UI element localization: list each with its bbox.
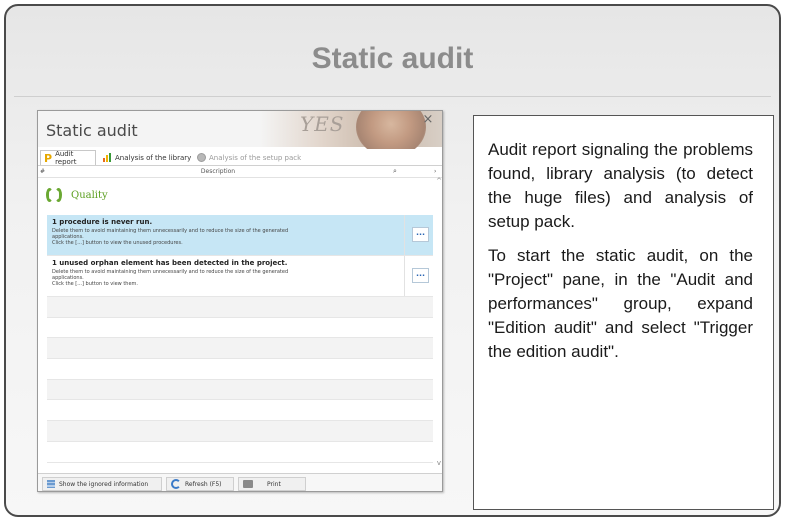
table-row [47,421,433,442]
button-label: Show the ignored information [59,480,149,488]
table-row [47,379,433,401]
scroll-up-icon[interactable]: ^ [434,177,442,185]
view-details-button[interactable]: ... [412,227,429,242]
slide-title: Static audit [311,42,474,75]
cell-divider [404,215,405,255]
printer-icon [243,480,253,488]
show-ignored-button[interactable]: Show the ignored information [42,477,162,491]
tab-analysis-library[interactable]: Analysis of the library [100,150,194,165]
description-column[interactable]: Description [38,168,398,175]
table-row [47,297,433,318]
description-box: Audit report signaling the problems foun… [473,115,774,510]
item-detail: Click the [...] button to view them. [52,281,139,287]
banner-yes-text: YES [300,112,345,136]
description-paragraph: Audit report signaling the problems foun… [488,140,753,231]
table-row [47,442,433,463]
static-audit-window: YES Static audit × P Audit report Analys… [37,110,443,492]
tab-bar: P Audit report Analysis of the library A… [38,149,442,166]
close-icon[interactable]: × [421,112,435,127]
scroll-down-icon[interactable]: v [434,459,442,467]
table-row [47,359,433,380]
cell-divider [404,256,405,296]
button-label: Refresh (F5) [185,480,222,488]
section-label: Quality [71,189,108,201]
item-title: 1 procedure is never run. [52,218,153,226]
p-icon: P [44,151,53,165]
item-detail: Click the [...] button to view the unuse… [52,240,183,246]
gear-icon [197,153,206,162]
slide: Static audit YES Static audit × P Audit … [4,4,781,517]
bottom-toolbar: Show the ignored information Refresh (F5… [38,473,442,491]
table-row [47,400,433,422]
quality-section: Quality [46,185,108,205]
column-header: # Description ⌕ › [38,167,442,178]
table-row [47,338,433,360]
window-title: Static audit [46,121,138,140]
list-item[interactable]: 1 procedure is never run. Delete them to… [47,215,433,256]
tab-audit-report[interactable]: P Audit report [40,150,96,166]
item-title: 1 unused orphan element has been detecte… [52,259,288,267]
column-arrow-icon[interactable]: › [434,168,436,175]
list-icon [47,480,55,488]
tab-label: Analysis of the setup pack [209,153,302,162]
tab-label: Analysis of the library [115,153,192,162]
report-list: 1 procedure is never run. Delete them to… [47,215,433,463]
vertical-scrollbar[interactable]: ^ v [434,177,442,467]
tab-analysis-setup-pack[interactable]: Analysis of the setup pack [194,150,304,165]
refresh-icon [171,479,181,489]
description-paragraph: To start the static audit, on the "Proje… [488,246,753,361]
laurel-icon [46,186,66,204]
list-item[interactable]: 1 unused orphan element has been detecte… [47,256,433,297]
title-divider [14,96,771,97]
tab-label: Audit report [55,150,77,166]
search-icon[interactable]: ⌕ [393,167,397,176]
view-details-button[interactable]: ... [412,268,429,283]
bar-chart-icon [103,153,112,162]
print-button[interactable]: Print [238,477,306,491]
refresh-button[interactable]: Refresh (F5) [166,477,234,491]
table-row [47,318,433,339]
button-label: Print [267,480,281,488]
